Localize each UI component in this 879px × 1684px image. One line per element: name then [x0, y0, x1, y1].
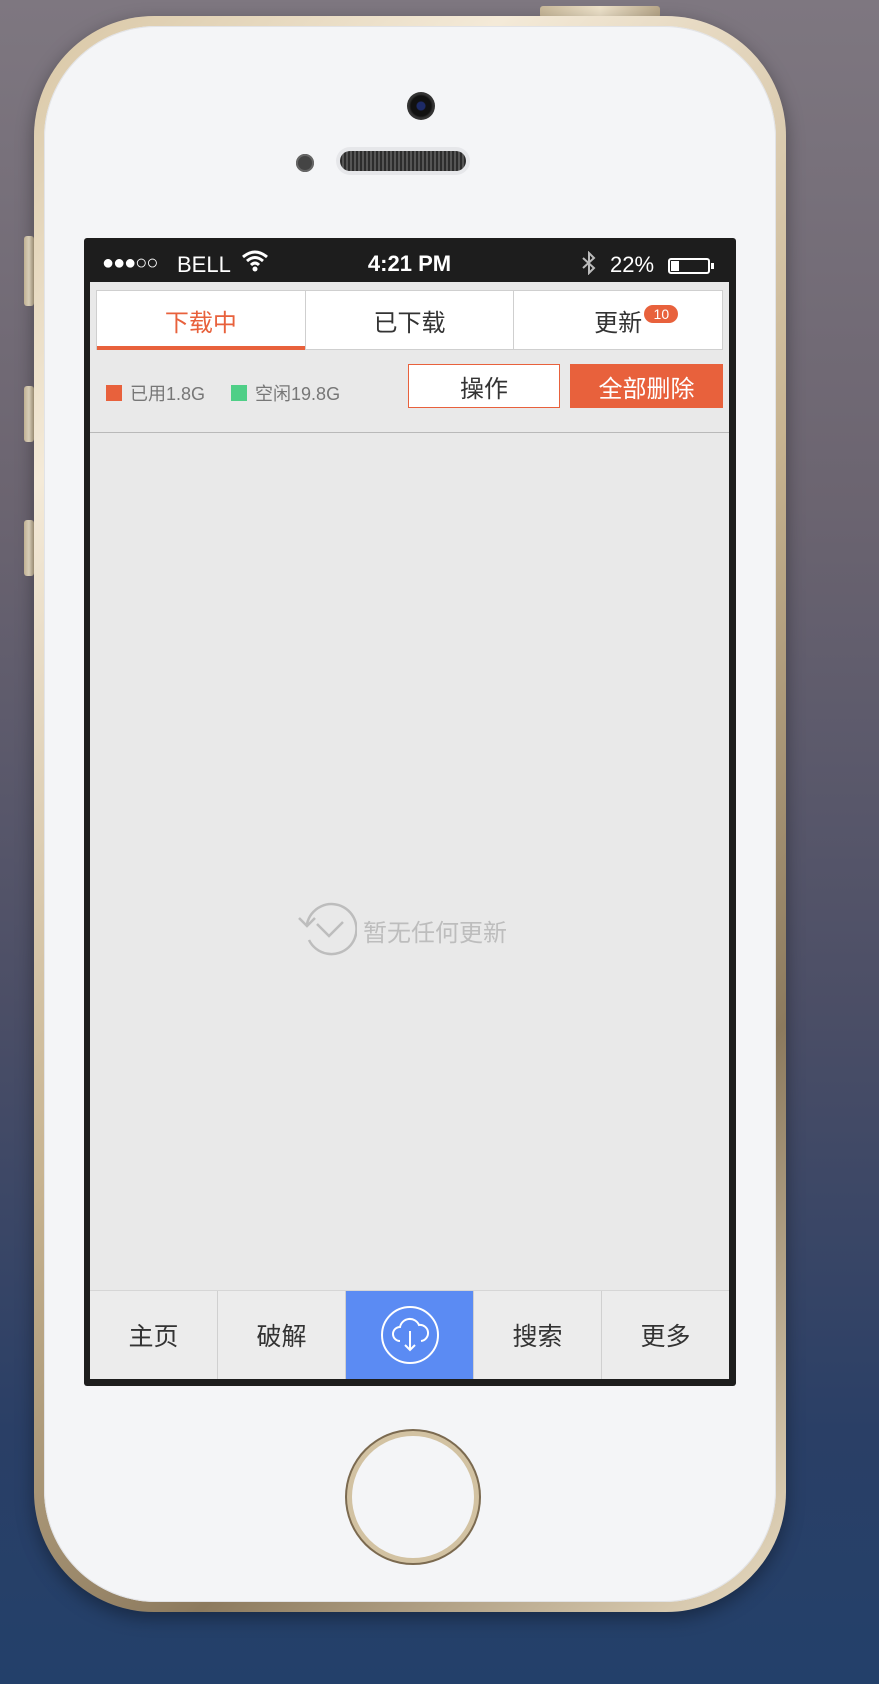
nav-more[interactable]: 更多 — [602, 1291, 729, 1379]
update-count-badge: 10 — [644, 305, 679, 323]
tab-downloaded[interactable]: 已下载 — [306, 291, 515, 349]
free-storage-label: 空闲19.8G — [255, 384, 341, 404]
front-camera — [407, 92, 435, 120]
tab-updates[interactable]: 更新 10 — [514, 291, 722, 349]
cloud-download-icon — [380, 1306, 439, 1364]
operate-button[interactable]: 操作 — [408, 364, 560, 408]
used-storage: 已用1.8G — [106, 380, 205, 406]
delete-all-button[interactable]: 全部删除 — [570, 364, 723, 408]
phone-volume-down — [24, 520, 34, 576]
bottom-nav: 主页 破解 搜索 更多 — [90, 1290, 729, 1379]
bluetooth-icon — [580, 250, 598, 281]
nav-crack[interactable]: 破解 — [218, 1291, 346, 1379]
tab-bar: 下载中 已下载 更新 10 — [96, 290, 723, 350]
earpiece-speaker — [340, 151, 466, 171]
battery-percent: 22% — [610, 252, 655, 277]
tab-label: 已下载 — [373, 309, 446, 337]
battery-tip — [711, 263, 714, 269]
header-divider — [90, 432, 729, 433]
nav-search[interactable]: 搜索 — [474, 1291, 602, 1379]
nav-label: 主页 — [128, 1323, 179, 1351]
nav-home[interactable]: 主页 — [90, 1291, 218, 1379]
tab-label: 下载中 — [164, 309, 237, 337]
used-storage-label: 已用1.8G — [130, 384, 206, 404]
storage-legend: 已用1.8G 空闲19.8G — [106, 380, 366, 406]
used-swatch — [106, 385, 122, 401]
free-storage: 空闲19.8G — [231, 380, 340, 406]
phone-mute-switch — [24, 236, 34, 306]
empty-state: 暂无任何更新 — [297, 902, 507, 958]
home-button[interactable] — [352, 1436, 474, 1558]
free-swatch — [231, 385, 248, 401]
empty-state-text: 暂无任何更新 — [363, 919, 507, 947]
refresh-clock-icon — [298, 902, 357, 956]
battery-icon — [668, 258, 710, 274]
status-bar: ●●●○○ BELL 4:21 PM 22% — [90, 244, 729, 282]
tab-label: 更新 — [594, 309, 643, 337]
phone-volume-up — [24, 386, 34, 442]
nav-label: 搜索 — [512, 1323, 563, 1351]
proximity-sensor — [296, 154, 314, 172]
nav-label: 更多 — [640, 1323, 691, 1351]
app-screen: 下载中 已下载 更新 10 已用1.8G 空闲19.8G 操作 全部删除 暂无任… — [90, 282, 729, 1379]
nav-download[interactable] — [346, 1291, 474, 1379]
tab-downloading[interactable]: 下载中 — [97, 291, 306, 350]
nav-label: 破解 — [256, 1323, 307, 1351]
